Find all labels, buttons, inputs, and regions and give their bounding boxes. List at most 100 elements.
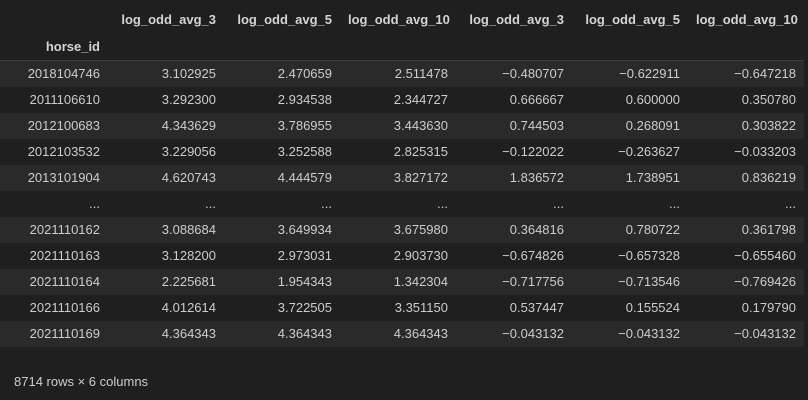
table-cell: 2.344727 bbox=[393, 91, 448, 107]
table-cell: 3.128200 bbox=[161, 247, 216, 263]
table-cell: 3.088684 bbox=[161, 221, 216, 237]
table-body: 2018104746 3.102925 2.470659 2.511478 −0.480… bbox=[0, 60, 804, 347]
table-cell: 1.738951 bbox=[625, 169, 680, 185]
row-index-cell: 2011106610 bbox=[29, 91, 100, 107]
dataframe-shape-label: 8714 rows × 6 columns bbox=[14, 374, 149, 389]
dataframe-output: log_odd_avg_3 log_odd_avg_5 log_odd_avg_… bbox=[0, 6, 804, 347]
column-header: log_odd_avg_3 bbox=[469, 11, 564, 27]
index-name-row: horse_id bbox=[0, 33, 804, 61]
empty-header-cell bbox=[688, 33, 804, 61]
table-row: 2012100683 4.343629 3.786955 3.443630 0.7445… bbox=[0, 112, 804, 139]
table-row: 2012103532 3.229056 3.252588 2.825315 −0.122… bbox=[0, 139, 804, 165]
table-row: 2013101904 4.620743 4.444579 3.827172 1.8365… bbox=[0, 164, 804, 191]
table-cell: 0.179790 bbox=[741, 299, 796, 315]
table-cell: −0.622911 bbox=[619, 65, 680, 81]
table-row: 2021110166 4.012614 3.722505 3.351150 0.5374… bbox=[0, 295, 804, 321]
table-row: 2021110163 3.128200 2.973031 2.903730 −0.674… bbox=[0, 243, 804, 269]
table-cell: 2.903730 bbox=[393, 247, 448, 263]
header-corner bbox=[0, 6, 108, 33]
table-cell: ... bbox=[205, 195, 216, 211]
table-cell: 0.744503 bbox=[509, 117, 564, 133]
table-cell: −0.655460 bbox=[734, 247, 796, 263]
table-cell: 1.342304 bbox=[393, 273, 448, 289]
table-cell: 3.649934 bbox=[277, 221, 332, 237]
table-cell: 0.303822 bbox=[741, 117, 796, 133]
table-cell: 4.364343 bbox=[277, 325, 332, 341]
table-cell: 2.825315 bbox=[393, 143, 448, 159]
table-cell: 0.600000 bbox=[625, 91, 680, 107]
table-cell: 2.470659 bbox=[277, 65, 332, 81]
table-cell: 4.364343 bbox=[161, 325, 216, 341]
row-index-cell: 2021110169 bbox=[29, 325, 100, 341]
table-cell: 3.722505 bbox=[277, 299, 332, 315]
table-cell: −0.713546 bbox=[618, 273, 680, 289]
column-header: log_odd_avg_10 bbox=[348, 11, 450, 27]
table-cell: 2.225681 bbox=[161, 273, 216, 289]
column-header: log_odd_avg_3 bbox=[121, 11, 216, 27]
row-index-cell: 2021110166 bbox=[29, 299, 100, 315]
table-cell: −0.647218 bbox=[734, 65, 796, 81]
table-cell: ... bbox=[553, 195, 564, 211]
table-row: 2021110162 3.088684 3.649934 3.675980 0.3648… bbox=[0, 216, 804, 243]
table-cell: 3.351150 bbox=[394, 299, 448, 315]
empty-header-cell bbox=[572, 33, 688, 61]
table-cell: −0.263627 bbox=[618, 143, 680, 159]
table-cell: −0.769426 bbox=[734, 273, 796, 289]
table-cell: −0.033203 bbox=[734, 143, 796, 159]
table-cell: 0.836219 bbox=[741, 169, 796, 185]
table-cell: ... bbox=[437, 195, 448, 211]
column-header: log_odd_avg_5 bbox=[237, 11, 332, 27]
column-header: log_odd_avg_5 bbox=[585, 11, 680, 27]
table-cell: −0.674826 bbox=[502, 247, 564, 263]
empty-header-cell bbox=[340, 33, 456, 61]
column-header-row: log_odd_avg_3 log_odd_avg_5 log_odd_avg_… bbox=[0, 6, 804, 33]
table-cell: 0.268091 bbox=[625, 117, 680, 133]
table-cell: 0.666667 bbox=[509, 91, 564, 107]
index-name-header: horse_id bbox=[0, 33, 108, 61]
table-cell: 1.954343 bbox=[277, 273, 332, 289]
table-row: 2021110164 2.225681 1.954343 1.342304 −0.717… bbox=[0, 268, 804, 295]
row-index-cell: 2012100683 bbox=[27, 117, 100, 133]
table-cell: 0.155524 bbox=[625, 299, 680, 315]
table-row: ..................... bbox=[0, 191, 804, 217]
table-cell: 4.620743 bbox=[161, 169, 216, 185]
table-cell: −0.043132 bbox=[734, 325, 796, 341]
table-cell: 3.252588 bbox=[277, 143, 332, 159]
table-cell: −0.043132 bbox=[618, 325, 680, 341]
row-index-cell: 2021110164 bbox=[29, 273, 100, 289]
row-index-cell: 2012103532 bbox=[27, 143, 100, 159]
table-cell: 0.537447 bbox=[509, 299, 564, 315]
row-index-cell: 2018104746 bbox=[27, 65, 100, 81]
table-cell: ... bbox=[785, 195, 796, 211]
table-cell: 2.973031 bbox=[277, 247, 332, 263]
table-cell: 4.444579 bbox=[277, 169, 332, 185]
table-cell: −0.480707 bbox=[502, 65, 564, 81]
dataframe-table: log_odd_avg_3 log_odd_avg_5 log_odd_avg_… bbox=[0, 6, 804, 347]
column-header: log_odd_avg_10 bbox=[696, 11, 798, 27]
table-cell: 0.780722 bbox=[625, 221, 680, 237]
table-cell: 3.786955 bbox=[277, 117, 332, 133]
table-cell: −0.043132 bbox=[502, 325, 564, 341]
table-cell: ... bbox=[669, 195, 680, 211]
table-cell: 1.836572 bbox=[509, 169, 564, 185]
table-cell: 4.343629 bbox=[161, 117, 216, 133]
table-cell: 3.229056 bbox=[161, 143, 216, 159]
table-cell: −0.657328 bbox=[618, 247, 680, 263]
row-index-cell: 2013101904 bbox=[27, 169, 100, 185]
empty-header-cell bbox=[456, 33, 572, 61]
row-index-cell: 2021110163 bbox=[29, 247, 100, 263]
table-cell: 3.675980 bbox=[393, 221, 448, 237]
table-cell: 3.102925 bbox=[161, 65, 216, 81]
table-cell: 0.350780 bbox=[741, 91, 796, 107]
table-cell: 2.511478 bbox=[394, 65, 448, 81]
table-row: 2011106610 3.292300 2.934538 2.344727 0.6666… bbox=[0, 87, 804, 113]
empty-header-cell bbox=[224, 33, 340, 61]
empty-header-cell bbox=[108, 33, 224, 61]
table-cell: −0.717756 bbox=[502, 273, 564, 289]
table-cell: ... bbox=[321, 195, 332, 211]
table-cell: 3.443630 bbox=[393, 117, 448, 133]
table-cell: 3.827172 bbox=[393, 169, 448, 185]
table-cell: 4.012614 bbox=[161, 299, 216, 315]
table-cell: 0.361798 bbox=[741, 221, 796, 237]
table-cell: −0.122022 bbox=[502, 143, 564, 159]
